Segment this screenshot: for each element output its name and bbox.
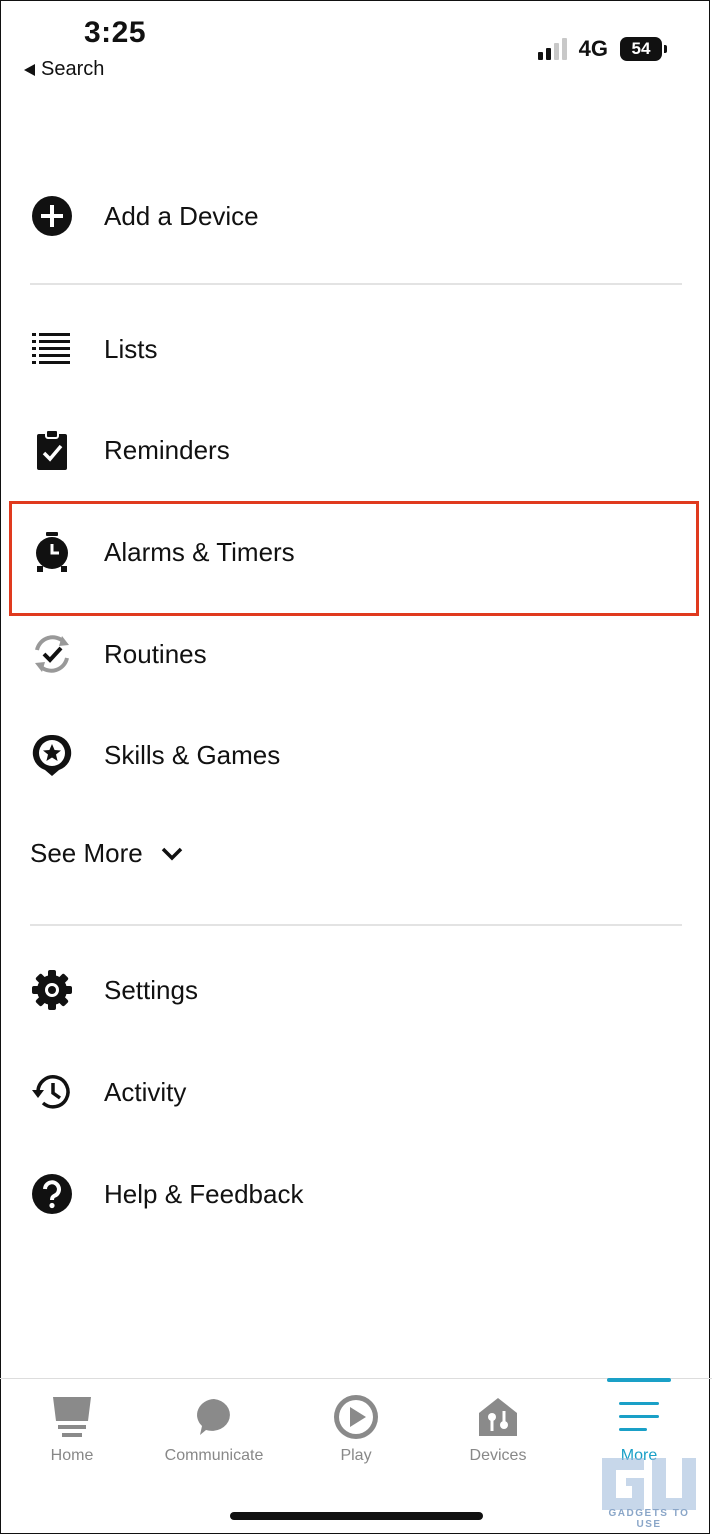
skills-star-icon bbox=[30, 733, 74, 777]
menu-label: Settings bbox=[104, 974, 198, 1005]
divider bbox=[30, 924, 682, 926]
back-to-search-button[interactable]: Search bbox=[24, 58, 104, 81]
routines-icon bbox=[30, 632, 74, 676]
menu-lines-icon bbox=[579, 1393, 699, 1441]
tab-label: Home bbox=[50, 1447, 94, 1464]
menu-label: Lists bbox=[104, 333, 158, 364]
tab-label: Communicate bbox=[164, 1447, 264, 1464]
see-more-label: See More bbox=[30, 838, 143, 868]
menu-item-reminders[interactable]: Reminders bbox=[0, 410, 712, 490]
home-indicator[interactable] bbox=[230, 1512, 483, 1520]
divider bbox=[30, 283, 682, 285]
back-arrow-icon bbox=[24, 63, 35, 76]
menu-label: Skills & Games bbox=[104, 739, 281, 770]
menu-item-activity[interactable]: Activity bbox=[0, 1052, 712, 1132]
battery-icon: 54 bbox=[620, 37, 667, 61]
home-echo-icon bbox=[12, 1393, 132, 1441]
tab-home[interactable]: Home bbox=[12, 1393, 132, 1465]
status-time: 3:25 bbox=[84, 16, 147, 49]
tab-label: Devices bbox=[469, 1447, 527, 1464]
menu-label: Help & Feedback bbox=[104, 1178, 304, 1209]
tab-devices[interactable]: Devices bbox=[438, 1393, 558, 1465]
back-label: Search bbox=[41, 58, 105, 80]
menu-item-settings[interactable]: Settings bbox=[0, 950, 712, 1030]
active-tab-indicator bbox=[607, 1378, 671, 1382]
alarm-clock-icon bbox=[30, 530, 74, 574]
menu-item-skills-games[interactable]: Skills & Games bbox=[0, 715, 712, 795]
tab-play[interactable]: Play bbox=[296, 1393, 416, 1465]
tab-communicate[interactable]: Communicate bbox=[154, 1393, 274, 1465]
menu-label: Reminders bbox=[104, 434, 230, 465]
history-clock-icon bbox=[30, 1070, 74, 1114]
watermark-logo: GADGETS TO USE bbox=[596, 1454, 702, 1530]
menu-item-lists[interactable]: Lists bbox=[0, 309, 712, 389]
clipboard-check-icon bbox=[30, 428, 74, 472]
add-circle-icon bbox=[30, 194, 74, 238]
menu-item-help-feedback[interactable]: Help & Feedback bbox=[0, 1154, 712, 1234]
chat-bubble-icon bbox=[154, 1393, 274, 1441]
watermark-text: GADGETS TO USE bbox=[608, 1508, 690, 1530]
signal-icon bbox=[537, 38, 567, 60]
menu-item-add-device[interactable]: Add a Device bbox=[0, 176, 712, 256]
menu-label: Routines bbox=[104, 638, 207, 669]
play-circle-icon bbox=[296, 1393, 416, 1441]
menu-label: Add a Device bbox=[104, 200, 259, 231]
status-indicators: 4G 54 bbox=[537, 36, 667, 62]
help-question-icon bbox=[30, 1172, 74, 1216]
chevron-down-icon bbox=[161, 847, 182, 860]
menu-label: Activity bbox=[104, 1076, 187, 1107]
list-icon bbox=[30, 327, 74, 371]
smart-home-icon bbox=[438, 1393, 558, 1441]
menu-item-alarms-timers[interactable]: Alarms & Timers bbox=[0, 512, 712, 592]
menu-label: Alarms & Timers bbox=[104, 536, 295, 567]
tab-label: Play bbox=[340, 1447, 372, 1464]
see-more-button[interactable]: See More bbox=[30, 838, 183, 869]
gear-icon bbox=[30, 968, 74, 1012]
menu-item-routines[interactable]: Routines bbox=[0, 614, 712, 694]
network-type: 4G bbox=[578, 36, 608, 61]
